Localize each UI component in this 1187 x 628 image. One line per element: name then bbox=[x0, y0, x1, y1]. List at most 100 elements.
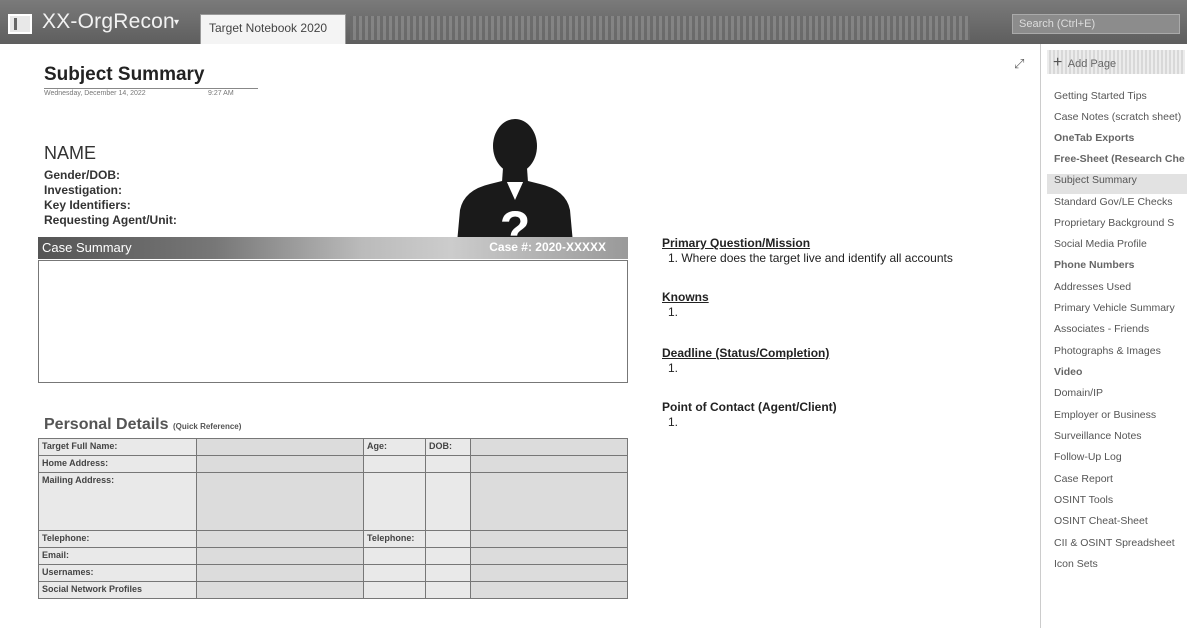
page-item-getting-started[interactable]: Getting Started Tips bbox=[1054, 90, 1186, 110]
knowns-item: 1. bbox=[668, 305, 679, 319]
table-cell[interactable]: Target Full Name: bbox=[38, 438, 197, 456]
table-cell[interactable] bbox=[196, 564, 364, 582]
page-item-vehicle[interactable]: Primary Vehicle Summary bbox=[1054, 302, 1186, 322]
search-input[interactable]: Search (Ctrl+E) bbox=[1012, 14, 1180, 34]
page-item-associates[interactable]: Associates - Friends bbox=[1054, 323, 1186, 343]
page-item-icon-sets[interactable]: Icon Sets bbox=[1054, 558, 1186, 578]
table-row: Usernames: bbox=[38, 564, 628, 582]
case-summary-box[interactable] bbox=[38, 260, 628, 383]
table-cell[interactable] bbox=[363, 455, 426, 473]
table-cell[interactable] bbox=[196, 472, 364, 531]
table-cell[interactable]: Usernames: bbox=[38, 564, 197, 582]
table-cell[interactable] bbox=[196, 581, 364, 599]
table-cell[interactable] bbox=[363, 472, 426, 531]
table-cell[interactable]: Mailing Address: bbox=[38, 472, 197, 531]
table-cell[interactable] bbox=[196, 438, 364, 456]
field-investigation: Investigation: bbox=[44, 183, 123, 197]
table-cell[interactable] bbox=[425, 581, 471, 599]
title-bar: XX-OrgRecon ▾ Target Notebook 2020 Searc… bbox=[0, 0, 1187, 44]
case-summary-header: Case Summary Case #: 2020-XXXXX bbox=[38, 237, 628, 259]
name-heading[interactable]: NAME bbox=[44, 143, 96, 164]
table-cell[interactable] bbox=[470, 438, 628, 456]
table-cell[interactable] bbox=[196, 455, 364, 473]
table-cell[interactable] bbox=[470, 455, 628, 473]
case-summary-label: Case Summary bbox=[42, 240, 132, 255]
field-requesting-agent: Requesting Agent/Unit: bbox=[44, 213, 177, 227]
table-cell[interactable] bbox=[196, 547, 364, 565]
page-item-proprietary-background[interactable]: Proprietary Background S bbox=[1054, 217, 1186, 237]
personal-details-subtitle: (Quick Reference) bbox=[172, 422, 242, 431]
title-underline bbox=[44, 88, 258, 89]
page-item-follow-up[interactable]: Follow-Up Log bbox=[1054, 451, 1186, 471]
table-cell[interactable] bbox=[363, 547, 426, 565]
page-item-case-report[interactable]: Case Report bbox=[1054, 473, 1186, 493]
page-item-domain-ip[interactable]: Domain/IP bbox=[1054, 387, 1186, 407]
page-item-surveillance[interactable]: Surveillance Notes bbox=[1054, 430, 1186, 450]
page-time: 9:27 AM bbox=[208, 90, 234, 97]
personal-details-table: Target Full Name: Age: DOB: Home Address… bbox=[38, 438, 628, 599]
table-row: Email: bbox=[38, 547, 628, 565]
plus-icon: + bbox=[1053, 54, 1063, 71]
table-cell[interactable] bbox=[425, 564, 471, 582]
point-of-contact-block[interactable]: Point of Contact (Agent/Client) 1. bbox=[662, 400, 837, 429]
page-item-free-sheet[interactable]: Free-Sheet (Research Che bbox=[1054, 153, 1186, 173]
table-cell[interactable]: DOB: bbox=[425, 438, 471, 456]
table-row: Home Address: bbox=[38, 455, 628, 473]
table-cell[interactable] bbox=[363, 581, 426, 599]
page-item-photographs[interactable]: Photographs & Images bbox=[1054, 345, 1186, 365]
page-item-onetab-exports[interactable]: OneTab Exports bbox=[1054, 132, 1186, 152]
personal-details-title: Personal Details bbox=[44, 416, 169, 433]
knowns-block[interactable]: Knowns 1. bbox=[662, 290, 709, 319]
table-cell[interactable] bbox=[470, 581, 628, 599]
deadline-heading: Deadline (Status/Completion) bbox=[662, 346, 830, 360]
person-question-icon: ? bbox=[456, 119, 574, 254]
table-cell[interactable] bbox=[425, 455, 471, 473]
table-cell[interactable] bbox=[196, 530, 364, 548]
table-cell[interactable] bbox=[363, 564, 426, 582]
table-cell[interactable]: Home Address: bbox=[38, 455, 197, 473]
table-cell[interactable] bbox=[470, 564, 628, 582]
page-canvas[interactable]: Subject Summary Wednesday, December 14, … bbox=[0, 44, 1040, 628]
page-title[interactable]: Subject Summary bbox=[44, 64, 205, 86]
table-cell[interactable]: Email: bbox=[38, 547, 197, 565]
table-cell[interactable] bbox=[470, 530, 628, 548]
primary-question-heading: Primary Question/Mission bbox=[662, 236, 811, 250]
table-cell[interactable] bbox=[470, 547, 628, 565]
chevron-down-icon[interactable]: ▾ bbox=[174, 17, 179, 28]
page-list-sidebar: + Add Page Getting Started Tips Case Not… bbox=[1040, 44, 1187, 628]
page-item-spreadsheet[interactable]: CII & OSINT Spreadsheet bbox=[1054, 537, 1186, 557]
page-item-phone-numbers[interactable]: Phone Numbers bbox=[1054, 259, 1186, 279]
section-tabs[interactable] bbox=[350, 16, 970, 40]
table-cell[interactable]: Telephone: bbox=[363, 530, 426, 548]
page-item-subject-summary[interactable]: Subject Summary bbox=[1047, 174, 1187, 194]
notebook-icon[interactable] bbox=[8, 14, 32, 34]
tab-target-notebook[interactable]: Target Notebook 2020 bbox=[200, 14, 346, 44]
table-cell[interactable] bbox=[470, 472, 628, 531]
page-item-addresses[interactable]: Addresses Used bbox=[1054, 281, 1186, 301]
page-item-osint-cheat-sheet[interactable]: OSINT Cheat-Sheet bbox=[1054, 515, 1186, 535]
page-item-gov-le-checks[interactable]: Standard Gov/LE Checks bbox=[1054, 196, 1186, 216]
knowns-heading: Knowns bbox=[662, 290, 709, 304]
table-cell[interactable] bbox=[425, 547, 471, 565]
expand-icon[interactable]: ⤢ bbox=[1014, 56, 1024, 72]
add-page-label: Add Page bbox=[1067, 58, 1117, 70]
table-cell[interactable] bbox=[425, 530, 471, 548]
page-item-osint-tools[interactable]: OSINT Tools bbox=[1054, 494, 1186, 514]
subject-fields[interactable]: Gender/DOB: Investigation: Key Identifie… bbox=[44, 168, 177, 228]
table-row: Telephone: Telephone: bbox=[38, 530, 628, 548]
table-cell[interactable]: Social Network Profiles bbox=[38, 581, 197, 599]
page-item-social-media[interactable]: Social Media Profile bbox=[1054, 238, 1186, 258]
page-item-video[interactable]: Video bbox=[1054, 366, 1186, 386]
table-cell[interactable]: Telephone: bbox=[38, 530, 197, 548]
notebook-name[interactable]: XX-OrgRecon bbox=[42, 10, 175, 34]
primary-question-block[interactable]: Primary Question/Mission 1. Where does t… bbox=[662, 236, 953, 265]
case-number[interactable]: Case #: 2020-XXXXX bbox=[489, 240, 606, 254]
add-page-button[interactable]: + Add Page bbox=[1047, 50, 1185, 74]
field-gender-dob: Gender/DOB: bbox=[44, 168, 121, 182]
page-item-employer[interactable]: Employer or Business bbox=[1054, 409, 1186, 429]
deadline-item: 1. bbox=[668, 361, 679, 375]
table-cell[interactable]: Age: bbox=[363, 438, 426, 456]
table-cell[interactable] bbox=[425, 472, 471, 531]
page-item-case-notes[interactable]: Case Notes (scratch sheet) bbox=[1054, 111, 1186, 131]
deadline-block[interactable]: Deadline (Status/Completion) 1. bbox=[662, 346, 829, 375]
